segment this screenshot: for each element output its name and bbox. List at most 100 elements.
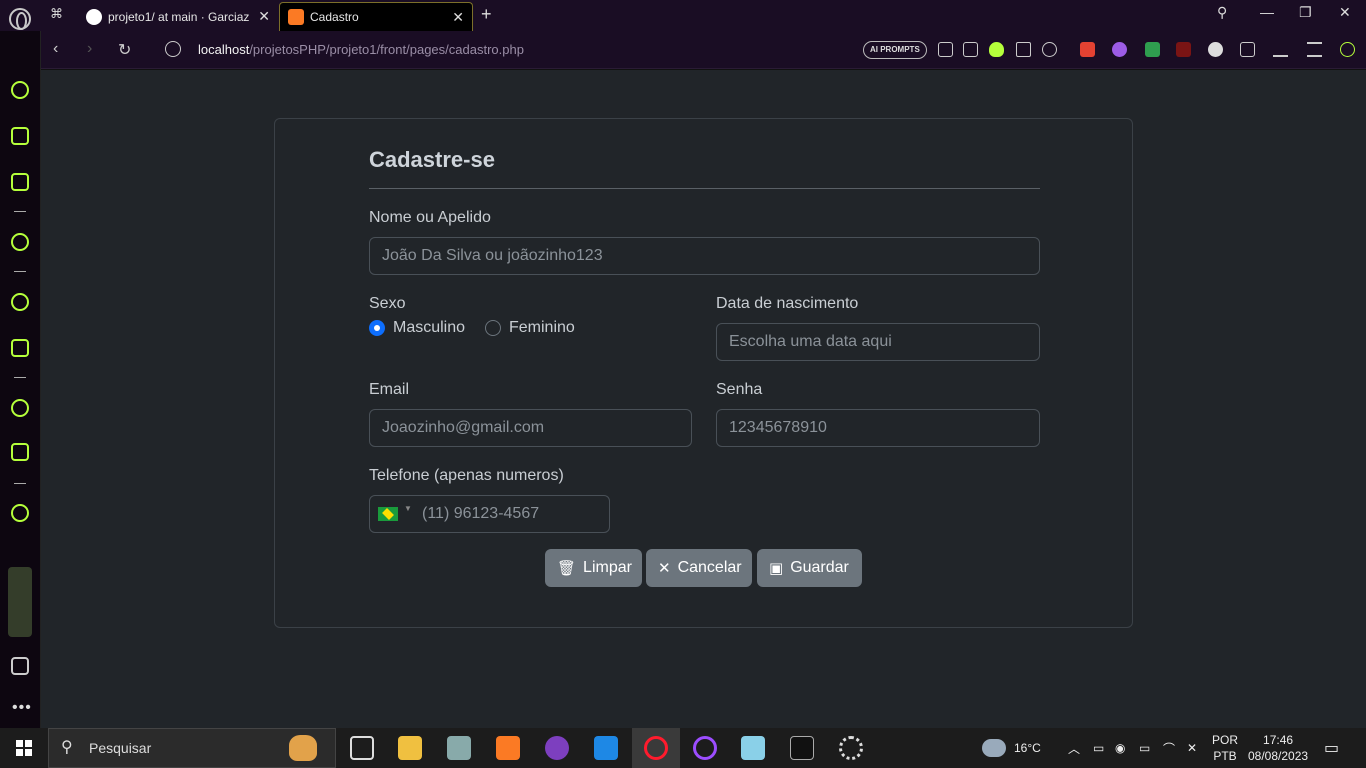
telefone-input[interactable]: ▼ (11) 96123-4567 [369,495,610,533]
clock[interactable]: 17:46 08/08/2023 [1248,732,1308,764]
wallet-icon[interactable] [11,443,29,461]
sidebar-divider [14,377,26,378]
battery-icon[interactable]: ▭ [1139,728,1150,768]
sidebar-divider [14,211,26,212]
tab-title: projeto1/ at main · Garciaz [108,9,250,24]
settings-icon[interactable] [839,736,863,760]
gallery-icon[interactable] [11,657,29,675]
heart-icon[interactable] [11,504,29,522]
camera-icon[interactable] [963,42,978,57]
radio-masculino[interactable]: Masculino [369,319,465,337]
email-label: Email [369,381,410,398]
more-icon[interactable]: ••• [12,699,32,717]
tab-cadastro[interactable]: Cadastro ✕ [279,2,473,31]
edit-icon[interactable] [938,42,953,57]
notifications-icon[interactable]: ▭ [1324,728,1339,768]
whatsapp-icon[interactable] [11,293,29,311]
speed-dial-icon[interactable] [11,81,29,99]
windows-start-icon[interactable] [16,740,32,756]
taskbar-search[interactable]: ⚲ Pesquisar [48,728,336,768]
guardar-button[interactable]: ▣ Guardar [757,549,862,587]
wifi-icon[interactable]: ⌒ [1163,728,1175,768]
weather-icon [982,739,1006,757]
volume-muted-icon[interactable]: ✕ [1187,728,1197,768]
xampp-icon [288,9,304,25]
page-content: Cadastre-se Nome ou Apelido João Da Silv… [41,70,1366,728]
url-field[interactable]: localhost/projetosPHP/projeto1/front/pag… [198,42,524,57]
hardware-monitor-group[interactable] [8,567,32,637]
opera-gx-logo-icon[interactable] [9,8,31,30]
search-icon: ⚲ [61,739,73,756]
chevron-up-icon[interactable]: ︿ [1068,728,1080,768]
chatgpt-icon[interactable] [11,233,29,251]
back-button[interactable]: ‹ [53,40,58,58]
radio-checked-icon [369,320,385,336]
opera-icon[interactable] [693,736,717,760]
download-icon[interactable] [1273,42,1288,57]
opera-gx-icon[interactable] [644,736,668,760]
language-indicator[interactable]: POR PTB [1212,728,1238,768]
app-icon[interactable] [741,736,765,760]
minimize-button[interactable]: — [1260,4,1274,20]
network-error-icon[interactable]: ◉ [1115,728,1125,768]
limpar-button[interactable]: 🗑 Limpar [545,549,642,587]
profile-icon[interactable] [1340,42,1355,57]
form-title: Cadastre-se [369,147,495,172]
close-window-button[interactable]: ✕ [1339,4,1351,21]
discord-icon[interactable] [11,339,29,357]
player-icon[interactable] [11,399,29,417]
new-tab-button[interactable]: + [481,4,492,25]
cancelar-button[interactable]: ✕ Cancelar [646,549,752,587]
xampp-icon[interactable] [496,736,520,760]
sidebar-divider [14,271,26,272]
todoist-icon[interactable] [1080,42,1095,57]
github-desktop-icon[interactable] [545,736,569,760]
gamepad-icon[interactable]: ⌘ [50,6,68,24]
sidebar-divider [14,483,26,484]
email-input[interactable]: Joaozinho@gmail.com [369,409,692,447]
translate-icon[interactable] [1145,42,1160,57]
cat-illustration-icon [289,735,317,761]
gx-control-icon[interactable] [11,127,29,145]
bot-icon[interactable] [1208,42,1223,57]
restore-button[interactable]: ❐ [1299,4,1312,21]
senha-input[interactable]: 12345678910 [716,409,1040,447]
cube-icon[interactable] [1240,42,1255,57]
nome-label: Nome ou Apelido [369,209,491,226]
address-bar: ‹ › ↻ localhost/projetosPHP/projeto1/fro… [0,31,1366,69]
ai-prompts-button[interactable]: AI PROMPTS [863,41,927,59]
tab-title: Cadastro [310,10,359,24]
register-card: Cadastre-se Nome ou Apelido João Da Silv… [274,118,1133,628]
radio-feminino[interactable]: Feminino [485,319,575,337]
telefone-placeholder: (11) 96123-4567 [422,505,540,522]
tab-github[interactable]: projeto1/ at main · Garciaz ✕ [78,2,278,31]
file-explorer-icon[interactable] [398,736,422,760]
data-nascimento-input[interactable]: Escolha uma data aqui [716,323,1040,361]
close-tab-icon[interactable]: ✕ [258,8,270,25]
taskbar: ⚲ Pesquisar 16°C ︿ ▭ ◉ ▭ ⌒ ✕ POR PTB 17:… [0,728,1366,768]
terminal-icon[interactable] [790,736,814,760]
site-info-icon[interactable] [165,41,181,57]
weather-widget[interactable]: 16°C [982,728,1041,768]
nome-input[interactable]: João Da Silva ou joãozinho123 [369,237,1040,275]
forward-button[interactable]: › [87,40,92,58]
h-extension-icon[interactable] [1176,42,1191,57]
gx-cleaner-icon[interactable] [11,173,29,191]
extension-purple-icon[interactable] [1112,42,1127,57]
shield-icon[interactable] [989,42,1004,57]
meet-icon[interactable]: ▭ [1093,728,1104,768]
send-icon[interactable] [1016,42,1031,57]
save-icon: ▣ [769,560,784,577]
senha-label: Senha [716,381,763,398]
app-icon[interactable] [447,736,471,760]
easy-setup-icon[interactable] [1307,42,1322,57]
search-tabs-icon[interactable]: ⚲ [1217,4,1227,21]
reload-button[interactable]: ↻ [118,40,131,60]
vscode-icon[interactable] [594,736,618,760]
heart-icon[interactable] [1042,42,1057,57]
title-divider [369,188,1040,189]
brazil-flag-icon[interactable] [378,507,398,521]
chevron-down-icon[interactable]: ▼ [404,504,412,513]
close-tab-icon[interactable]: ✕ [452,9,464,26]
task-view-icon[interactable] [350,736,374,760]
